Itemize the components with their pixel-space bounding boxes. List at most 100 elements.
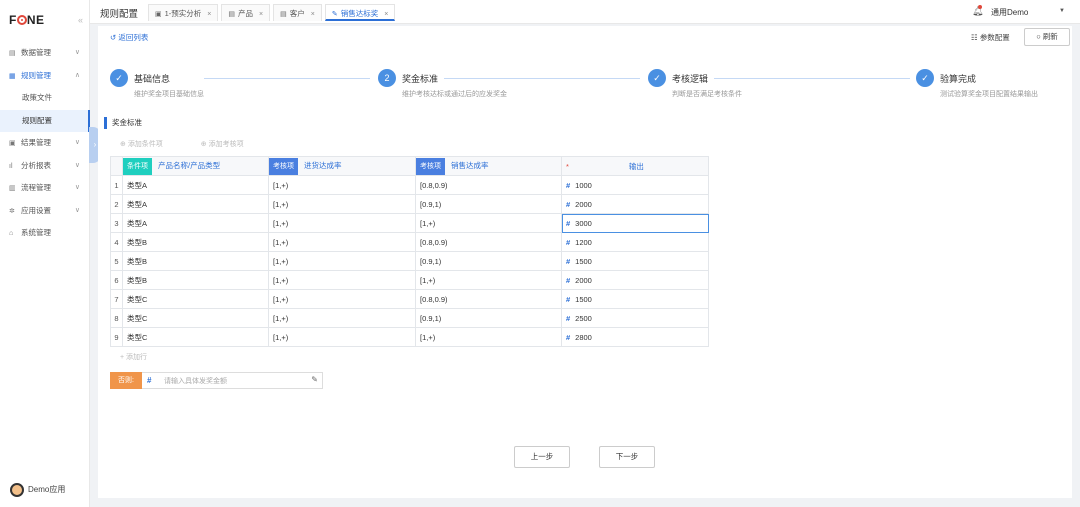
app-logo[interactable]: F NE <box>9 13 45 27</box>
caret-down-icon[interactable]: ▼ <box>1059 8 1065 14</box>
cell-sales-rate[interactable]: [0.8,0.9) <box>415 232 562 252</box>
add-row-button[interactable]: + 添加行 <box>120 352 147 362</box>
cell-type[interactable]: 类型C <box>122 308 269 328</box>
sidebar-item-results[interactable]: ▣ 结果管理 ∨ <box>0 132 90 155</box>
avatar <box>10 483 24 497</box>
cell-inbound-rate[interactable]: [1,+) <box>268 251 416 271</box>
else-tag: 否则: <box>110 372 142 389</box>
cell-output[interactable]: #2800 <box>561 327 709 347</box>
current-user[interactable]: Demo应用 <box>10 483 65 497</box>
param-config-button[interactable]: ☷ 参数配置 <box>971 32 1010 43</box>
logo-mark-icon <box>16 15 27 25</box>
number-type-icon: # <box>566 256 571 266</box>
add-check-label: 添加考核项 <box>208 141 244 148</box>
chevron-down-icon: ∨ <box>74 139 80 146</box>
cell-type[interactable]: 类型B <box>122 232 269 252</box>
cell-sales-rate[interactable]: [0.8,0.9) <box>415 175 562 195</box>
back-to-list-link[interactable]: ↺ 返回列表 <box>110 32 148 43</box>
cell-inbound-rate[interactable]: [1,+) <box>268 194 416 214</box>
number-type-icon: # <box>566 218 571 228</box>
edit-pencil-icon[interactable]: ✎ <box>311 375 318 384</box>
table-row: 3 类型A [1,+) [1,+) #3000 <box>110 213 709 233</box>
close-icon[interactable]: × <box>259 11 263 18</box>
cell-inbound-rate[interactable]: [1,+) <box>268 213 416 233</box>
sidebar-item-rules[interactable]: ▦ 规则管理 ∧ <box>0 65 90 88</box>
cell-type[interactable]: 类型A <box>122 194 269 214</box>
cell-output[interactable]: #1200 <box>561 232 709 252</box>
header-check-sales[interactable]: 考核项 销售达成率 <box>415 156 562 176</box>
sidebar-item-settings[interactable]: ✲ 应用设置 ∨ <box>0 200 90 223</box>
table-row: 5 类型B [1,+) [0.9,1) #1500 <box>110 251 709 271</box>
briefcase-icon: ▣ <box>155 11 162 18</box>
next-step-button[interactable]: 下一步 <box>599 446 655 468</box>
sidebar-item-reports[interactable]: ıl 分析报表 ∨ <box>0 155 90 178</box>
cell-sales-rate[interactable]: [1,+) <box>415 327 562 347</box>
sidebar-item-data[interactable]: ▤ 数据管理 ∨ <box>0 42 90 65</box>
user-menu[interactable]: 通用Demo <box>991 7 1028 18</box>
cell-inbound-rate[interactable]: [1,+) <box>268 327 416 347</box>
cell-output[interactable]: #1500 <box>561 251 709 271</box>
sidebar-subitem-policy[interactable]: 政策文件 <box>0 87 90 110</box>
cell-inbound-rate[interactable]: [1,+) <box>268 175 416 195</box>
cell-sales-rate[interactable]: [1,+) <box>415 213 562 233</box>
cell-output[interactable]: #1500 <box>561 289 709 309</box>
cell-inbound-rate[interactable]: [1,+) <box>268 308 416 328</box>
prev-step-button[interactable]: 上一步 <box>514 446 570 468</box>
cell-output[interactable]: #1000 <box>561 175 709 195</box>
header-label: 输出 <box>628 161 644 171</box>
add-check-button[interactable]: ⊕ 添加考核项 <box>201 141 262 148</box>
tab-product[interactable]: ▤ 产品 × <box>221 4 271 21</box>
cell-sales-rate[interactable]: [0.9,1) <box>415 194 562 214</box>
step-title: 考核逻辑 <box>672 74 709 84</box>
cell-output[interactable]: #2500 <box>561 308 709 328</box>
table-row: 7 类型C [1,+) [0.8,0.9) #1500 <box>110 289 709 309</box>
output-value: 1200 <box>575 237 592 247</box>
top-bar: 规则配置 ▣ 1-预实分析 × ▤ 产品 × ▤ 客户 × ✎ 销售达标奖 × 🔔︎ 通用Dem… <box>90 0 1080 24</box>
cell-sales-rate[interactable]: [1,+) <box>415 270 562 290</box>
cell-type[interactable]: 类型A <box>122 175 269 195</box>
cell-output[interactable]: #2000 <box>561 270 709 290</box>
cell-type[interactable]: 类型A <box>122 213 269 233</box>
cell-type[interactable]: 类型B <box>122 251 269 271</box>
cell-inbound-rate[interactable]: [1,+) <box>268 270 416 290</box>
add-condition-button[interactable]: ⊕ 添加条件项 <box>120 141 181 148</box>
step-desc: 维护考核达标或通过后的应发奖金 <box>402 91 507 98</box>
row-index: 3 <box>110 213 123 233</box>
close-icon[interactable]: × <box>311 11 315 18</box>
cell-sales-rate[interactable]: [0.8,0.9) <box>415 289 562 309</box>
close-icon[interactable]: × <box>384 11 388 18</box>
else-amount-input[interactable]: 请输入具体发奖金额 <box>164 376 227 386</box>
check-icon: ✓ <box>110 69 128 87</box>
database-icon: ▤ <box>280 11 287 18</box>
tab-1-preactual[interactable]: ▣ 1-预实分析 × <box>148 4 219 21</box>
required-mark: * <box>566 161 569 171</box>
sidebar-item-flow[interactable]: ▥ 流程管理 ∨ <box>0 177 90 200</box>
step-desc: 维护奖金项目基础信息 <box>134 91 204 98</box>
tab-customer[interactable]: ▤ 客户 × <box>273 4 322 21</box>
cell-type[interactable]: 类型C <box>122 289 269 309</box>
database-icon: ▤ <box>228 11 236 18</box>
cell-output[interactable]: #2000 <box>561 194 709 214</box>
cell-inbound-rate[interactable]: [1,+) <box>268 232 416 252</box>
close-icon[interactable]: × <box>207 11 211 18</box>
cell-sales-rate[interactable]: [0.9,1) <box>415 251 562 271</box>
cell-sales-rate[interactable]: [0.9,1) <box>415 308 562 328</box>
output-value: 2800 <box>575 332 592 342</box>
cell-type[interactable]: 类型B <box>122 270 269 290</box>
tab-bar: ▣ 1-预实分析 × ▤ 产品 × ▤ 客户 × ✎ 销售达标奖 × <box>148 4 398 24</box>
table-actions: ⊕ 添加条件项 ⊕ 添加考核项 <box>120 139 280 149</box>
tab-sales-bonus[interactable]: ✎ 销售达标奖 × <box>324 4 396 21</box>
sidebar-subitem-rule-config[interactable]: 规则配置 <box>0 109 90 132</box>
main-panel: ↺ 返回列表 ☷ 参数配置 ○ 刷新 ✓ 基础信息 维护奖金项目基础信息 2 奖… <box>98 26 1072 498</box>
collapse-sidebar-icon[interactable]: « <box>78 15 83 25</box>
header-check-inbound[interactable]: 考核项 进货达成率 <box>268 156 416 176</box>
cell-type[interactable]: 类型C <box>122 327 269 347</box>
cell-inbound-rate[interactable]: [1,+) <box>268 289 416 309</box>
cell-output[interactable]: #3000 <box>561 213 709 233</box>
user-name: Demo应用 <box>28 485 66 495</box>
header-condition[interactable]: 条件项 产品名称/产品类型 <box>122 156 269 176</box>
notification-bell-icon[interactable]: 🔔︎ <box>972 5 983 17</box>
number-type-icon: # <box>566 237 571 247</box>
sidebar-item-system[interactable]: ⌂ 系统管理 <box>0 222 90 245</box>
refresh-button[interactable]: ○ 刷新 <box>1024 28 1070 46</box>
